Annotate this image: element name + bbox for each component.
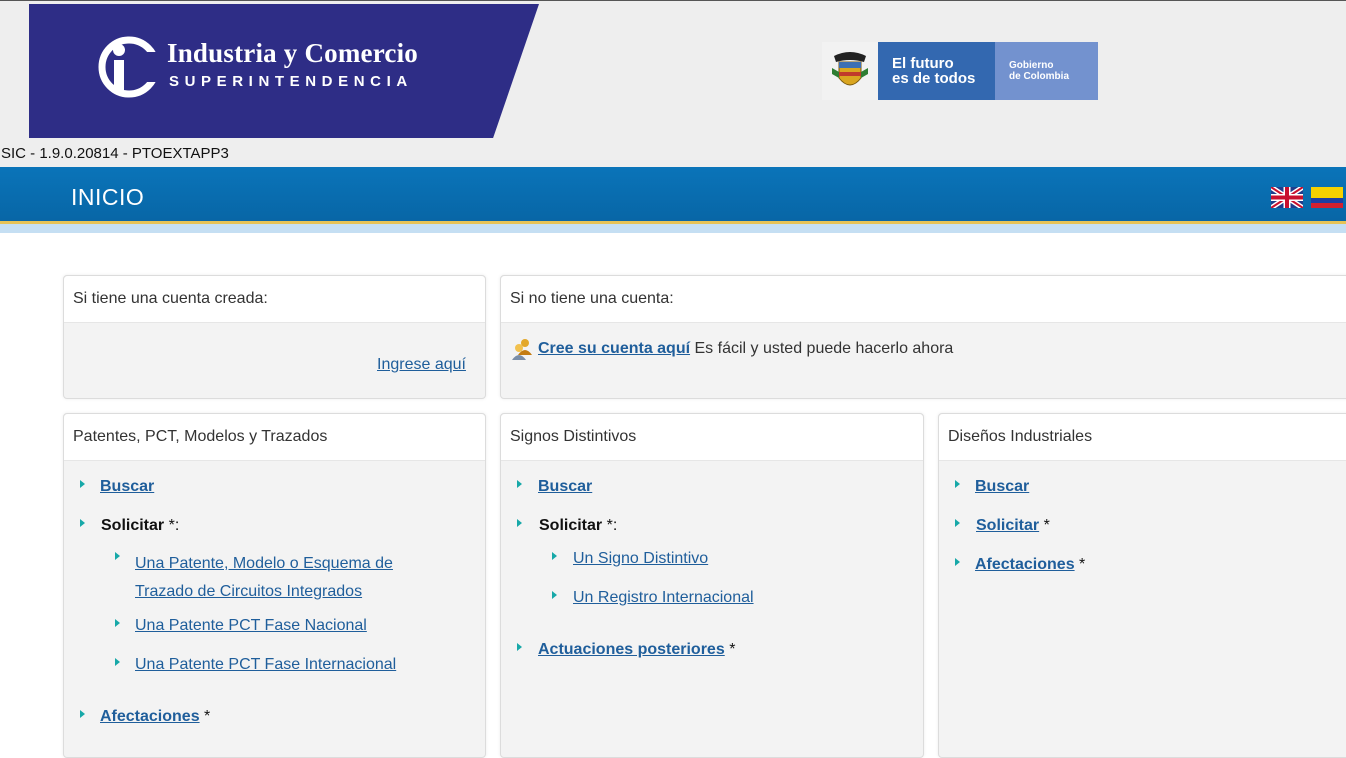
create-account-link[interactable]: Cree su cuenta aquí: [538, 340, 690, 357]
disenos-afectaciones-link[interactable]: Afectaciones: [975, 556, 1075, 573]
patentes-sub1-link[interactable]: Una Patente, Modelo o Esquema de Trazado…: [135, 550, 393, 606]
disenos-panel: Diseños Industriales Buscar Solicitar * …: [938, 413, 1346, 758]
gov-right1: Gobierno: [1009, 60, 1054, 71]
patentes-panel: Patentes, PCT, Modelos y Trazados Buscar…: [63, 413, 486, 758]
sic-logo-icon: [98, 36, 156, 98]
patentes-title: Patentes, PCT, Modelos y Trazados: [64, 414, 485, 461]
patentes-buscar-link[interactable]: Buscar: [100, 478, 154, 496]
bullet-icon: [115, 619, 120, 627]
nav-title-inicio[interactable]: INICIO: [71, 184, 144, 211]
logo-title: Industria y Comercio: [167, 38, 418, 68]
signos-solicitar-text: Solicitar: [539, 517, 603, 534]
gov-right2: de Colombia: [1009, 71, 1070, 82]
gov-gobierno-text: Gobierno de Colombia: [995, 42, 1098, 100]
patentes-afectaciones-star: *: [204, 708, 211, 725]
signos-registro-internacional-link[interactable]: Un Registro Internacional: [573, 589, 754, 607]
signos-actuaciones-line: Actuaciones posteriores *: [538, 641, 735, 659]
bullet-icon: [80, 710, 85, 718]
patentes-solicitar-text: Solicitar: [101, 517, 165, 534]
gov-futuro-text: El futuro es de todos: [878, 42, 995, 100]
patentes-solicitar-suffix: *:: [168, 517, 180, 534]
patentes-afectaciones-link[interactable]: Afectaciones: [100, 708, 200, 725]
site-header: Industria y Comercio SUPERINTENDENCIA El…: [0, 0, 1346, 168]
bullet-icon: [517, 643, 522, 651]
main-nav: INICIO: [0, 167, 1346, 224]
disenos-afectaciones-star: *: [1079, 556, 1086, 573]
login-link[interactable]: Ingrese aquí: [377, 356, 466, 374]
signos-title: Signos Distintivos: [501, 414, 923, 461]
disenos-title: Diseños Industriales: [939, 414, 1346, 461]
bullet-icon: [955, 519, 960, 527]
patentes-afectaciones-line: Afectaciones *: [100, 708, 210, 726]
signos-buscar-link[interactable]: Buscar: [538, 478, 592, 496]
bullet-icon: [955, 558, 960, 566]
logo-subtitle: SUPERINTENDENCIA: [169, 73, 413, 90]
patentes-sub1-line2: Trazado de Circuitos Integrados: [135, 583, 363, 600]
bullet-icon: [955, 480, 960, 488]
signos-signo-distintivo-link[interactable]: Un Signo Distintivo: [573, 550, 708, 568]
create-account-line: Cree su cuenta aquí Es fácil y usted pue…: [538, 340, 953, 358]
version-label: SIC - 1.9.0.20814 - PTOEXTAPP3: [1, 145, 229, 162]
gov-line2: es de todos: [892, 70, 976, 87]
patentes-solicitar-label: Solicitar *:: [101, 517, 179, 535]
colombia-crest-icon: [822, 42, 878, 100]
disenos-solicitar-star: *: [1043, 517, 1050, 534]
existing-account-panel: Si tiene una cuenta creada: Ingrese aquí: [63, 275, 486, 399]
sic-logo[interactable]: Industria y Comercio SUPERINTENDENCIA: [29, 4, 539, 138]
bullet-icon: [115, 552, 120, 560]
create-account-text: Es fácil y usted puede hacerlo ahora: [694, 340, 954, 357]
signos-solicitar-label: Solicitar *:: [539, 517, 617, 535]
signos-actuaciones-link[interactable]: Actuaciones posteriores: [538, 641, 725, 658]
nav-strip: [0, 224, 1346, 233]
bullet-icon: [552, 552, 557, 560]
bullet-icon: [517, 480, 522, 488]
colombia-flag-icon[interactable]: [1311, 187, 1343, 208]
patentes-pct-internacional-link[interactable]: Una Patente PCT Fase Internacional: [135, 656, 396, 674]
patentes-sub1-line1: Una Patente, Modelo o Esquema de: [135, 555, 393, 572]
disenos-buscar-link[interactable]: Buscar: [975, 478, 1029, 496]
gobierno-logo[interactable]: El futuro es de todos Gobierno de Colomb…: [822, 42, 1098, 100]
signos-actuaciones-star: *: [729, 641, 736, 658]
users-icon: [512, 339, 532, 360]
new-account-panel: Si no tiene una cuenta: Cree su cuenta a…: [500, 275, 1346, 399]
uk-flag-icon[interactable]: [1271, 187, 1303, 208]
new-account-title: Si no tiene una cuenta:: [501, 276, 1346, 323]
disenos-solicitar-line: Solicitar *: [976, 517, 1050, 535]
signos-solicitar-suffix: *:: [606, 517, 618, 534]
signos-panel: Signos Distintivos Buscar Solicitar *: U…: [500, 413, 924, 758]
existing-account-title: Si tiene una cuenta creada:: [64, 276, 485, 323]
disenos-solicitar-link[interactable]: Solicitar: [976, 517, 1039, 534]
bullet-icon: [517, 519, 522, 527]
bullet-icon: [115, 658, 120, 666]
bullet-icon: [80, 480, 85, 488]
bullet-icon: [552, 591, 557, 599]
disenos-afectaciones-line: Afectaciones *: [975, 556, 1085, 574]
gov-line1: El futuro: [892, 55, 954, 72]
patentes-pct-nacional-link[interactable]: Una Patente PCT Fase Nacional: [135, 617, 367, 635]
bullet-icon: [80, 519, 85, 527]
